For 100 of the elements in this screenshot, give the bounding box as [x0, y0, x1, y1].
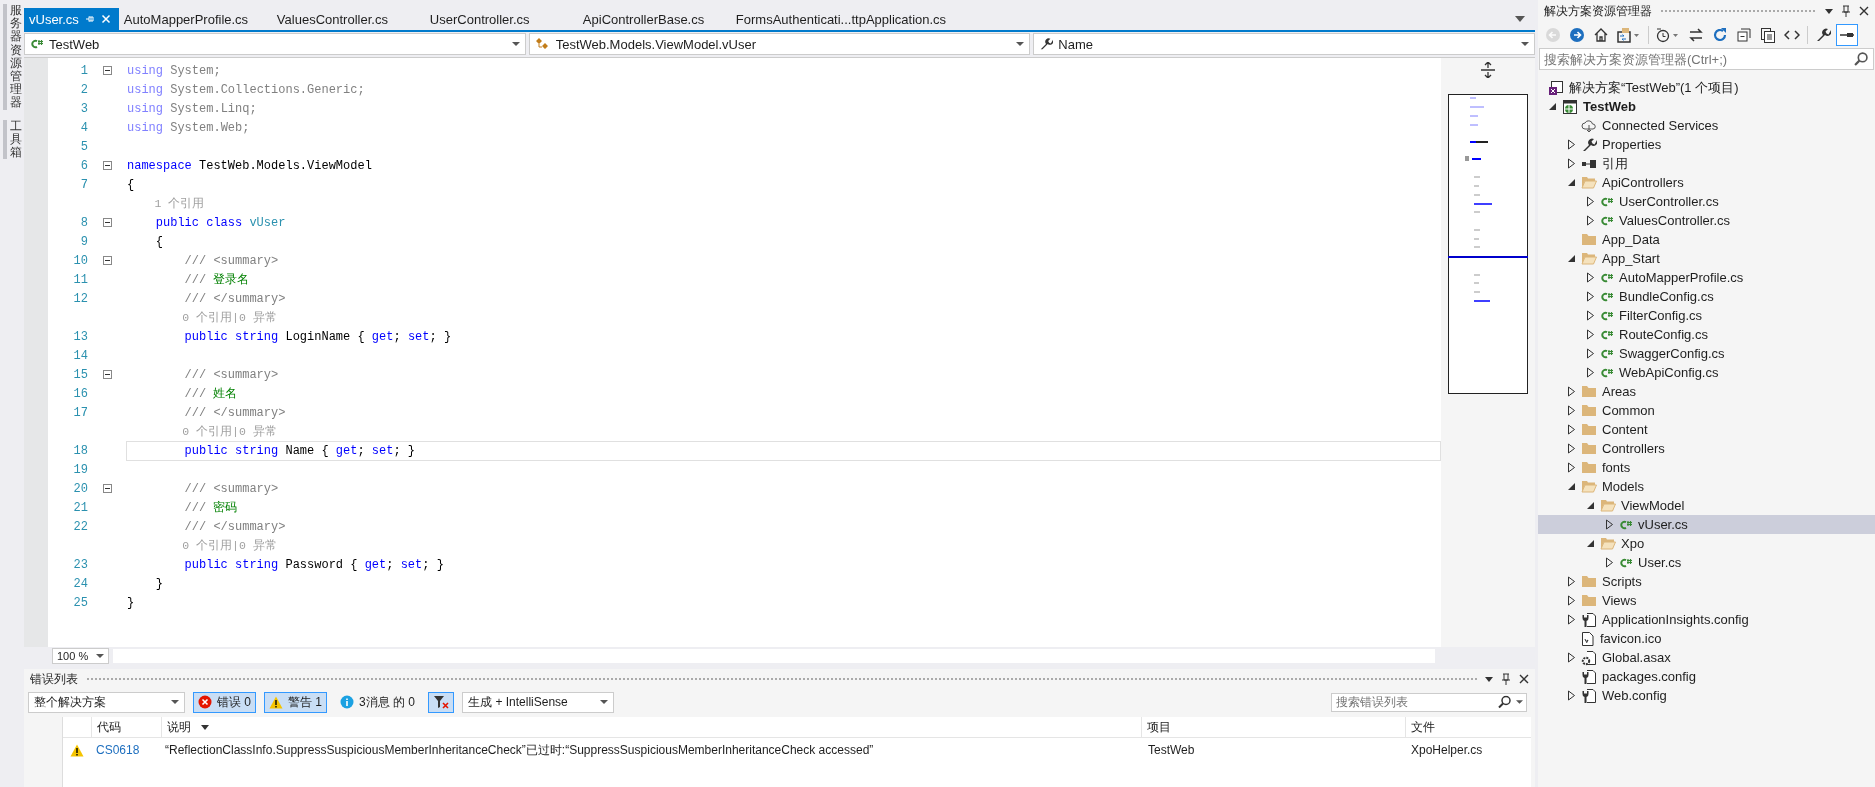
collapsed-arrow-icon[interactable]: [1567, 652, 1576, 663]
column-header[interactable]: 项目: [1141, 717, 1405, 737]
tree-item[interactable]: Global.asax: [1538, 648, 1875, 667]
tree-item[interactable]: vUser.cs: [1538, 515, 1875, 534]
collapsed-arrow-icon[interactable]: [1567, 443, 1576, 454]
tree-item[interactable]: BundleConfig.cs: [1538, 287, 1875, 306]
member-dropdown[interactable]: Name: [1033, 33, 1535, 55]
tree-item[interactable]: SwaggerConfig.cs: [1538, 344, 1875, 363]
document-tab[interactable]: ValuesController.cs: [271, 8, 425, 30]
tree-item[interactable]: ApiControllers: [1538, 173, 1875, 192]
dropdown-arrow-icon[interactable]: [1521, 42, 1529, 46]
tree-item[interactable]: Properties: [1538, 135, 1875, 154]
collapsed-arrow-icon[interactable]: [1605, 519, 1614, 530]
collapse-icon[interactable]: [102, 218, 112, 227]
dropdown-arrow-icon[interactable]: [171, 700, 179, 704]
tree-item[interactable]: Controllers: [1538, 439, 1875, 458]
collapsed-arrow-icon[interactable]: [1586, 291, 1595, 302]
collapsed-arrow-icon[interactable]: [1567, 158, 1576, 169]
expanded-arrow-icon[interactable]: [1586, 539, 1595, 548]
dropdown-arrow-icon[interactable]: [511, 42, 520, 46]
expanded-arrow-icon[interactable]: [1586, 501, 1595, 510]
collapsed-arrow-icon[interactable]: [1586, 348, 1595, 359]
tree-item[interactable]: Web.config: [1538, 686, 1875, 705]
dropdown-arrow-icon[interactable]: [1825, 8, 1833, 14]
collapsed-arrow-icon[interactable]: [1567, 139, 1576, 150]
document-tab[interactable]: AutoMapperProfile.cs: [118, 8, 272, 30]
split-icon[interactable]: [1481, 62, 1495, 78]
tree-item[interactable]: RouteConfig.cs: [1538, 325, 1875, 344]
tree-item[interactable]: Common: [1538, 401, 1875, 420]
search-icon[interactable]: [1854, 52, 1868, 66]
error-code-link[interactable]: CS0618: [96, 743, 140, 757]
collapsed-arrow-icon[interactable]: [1567, 595, 1576, 606]
collapse-icon[interactable]: [102, 256, 112, 265]
pin-icon[interactable]: [1841, 5, 1851, 17]
dropdown-arrow-icon[interactable]: [600, 700, 609, 704]
collapse-icon[interactable]: [102, 370, 112, 379]
filter-button[interactable]: [428, 691, 455, 713]
filter-toggle[interactable]: 3消息 的 0: [335, 691, 421, 713]
search-field[interactable]: 搜索解决方案资源管理器(Ctrl+;): [1539, 48, 1874, 70]
tree-item[interactable]: WebApiConfig.cs: [1538, 363, 1875, 382]
collapsed-arrow-icon[interactable]: [1586, 272, 1595, 283]
pin-icon[interactable]: [1501, 673, 1511, 685]
expanded-arrow-icon[interactable]: [1567, 178, 1576, 187]
project-dropdown[interactable]: TestWeb: [24, 33, 526, 55]
column-header[interactable]: 说明: [161, 717, 1141, 737]
tree-item[interactable]: User.cs: [1538, 553, 1875, 572]
tree-item[interactable]: fonts: [1538, 458, 1875, 477]
collapsed-arrow-icon[interactable]: [1567, 576, 1576, 587]
column-header[interactable]: 文件: [1405, 717, 1531, 737]
dropdown-arrow-icon[interactable]: [1516, 700, 1523, 704]
document-tab[interactable]: ApiControllerBase.cs: [577, 8, 731, 30]
collapsed-arrow-icon[interactable]: [1567, 424, 1576, 435]
tree-item[interactable]: ApplicationInsights.config: [1538, 610, 1875, 629]
tree-item[interactable]: FilterConfig.cs: [1538, 306, 1875, 325]
dropdown-arrow-icon[interactable]: [1515, 16, 1525, 22]
minimap-drawing[interactable]: [1448, 94, 1528, 394]
filter-toggle[interactable]: 错误 0: [193, 691, 256, 713]
column-header[interactable]: 代码: [91, 717, 161, 737]
collapsed-arrow-icon[interactable]: [1605, 557, 1614, 568]
toolbar-button[interactable]: [1836, 24, 1858, 46]
collapsed-arrow-icon[interactable]: [1586, 329, 1595, 340]
tree-item[interactable]: TestWeb: [1538, 97, 1875, 116]
expanded-arrow-icon[interactable]: [1567, 482, 1576, 491]
expanded-arrow-icon[interactable]: [1567, 254, 1576, 263]
collapse-icon[interactable]: [102, 161, 112, 170]
search-field[interactable]: 搜索错误列表: [1331, 692, 1527, 712]
filter-toggle[interactable]: 警告 1: [264, 691, 328, 713]
collapsed-arrow-icon[interactable]: [1567, 690, 1576, 701]
source-dropdown[interactable]: 生成 + IntelliSense: [462, 691, 615, 713]
tree-item[interactable]: Areas: [1538, 382, 1875, 401]
tree-item[interactable]: ValuesController.cs: [1538, 211, 1875, 230]
collapsed-arrow-icon[interactable]: [1567, 386, 1576, 397]
collapse-icon[interactable]: [102, 484, 112, 493]
search-icon[interactable]: [1498, 695, 1511, 709]
tree-item[interactable]: Content: [1538, 420, 1875, 439]
zoom-dropdown[interactable]: 100 %: [52, 648, 110, 664]
tree-item[interactable]: AutoMapperProfile.cs: [1538, 268, 1875, 287]
dropdown-arrow-icon[interactable]: [1016, 42, 1025, 46]
tree-item[interactable]: ViewModel: [1538, 496, 1875, 515]
tree-item[interactable]: Xpo: [1538, 534, 1875, 553]
scope-dropdown[interactable]: 整个解决方案: [28, 691, 185, 713]
tree-item[interactable]: App_Data: [1538, 230, 1875, 249]
close-icon[interactable]: [1519, 674, 1529, 684]
tree-item[interactable]: Views: [1538, 591, 1875, 610]
close-icon[interactable]: [1859, 6, 1869, 16]
dropdown-arrow-icon[interactable]: [96, 654, 105, 658]
tree-item[interactable]: Scripts: [1538, 572, 1875, 591]
expanded-arrow-icon[interactable]: [1548, 102, 1557, 111]
tree-item[interactable]: Connected Services: [1538, 116, 1875, 135]
document-tab[interactable]: FormsAuthenticati...ttpApplication.cs: [730, 8, 955, 30]
tree-item[interactable]: Models: [1538, 477, 1875, 496]
collapse-icon[interactable]: [102, 66, 112, 75]
collapsed-arrow-icon[interactable]: [1586, 215, 1595, 226]
tree-item[interactable]: favicon.ico: [1538, 629, 1875, 648]
tree-item[interactable]: UserController.cs: [1538, 192, 1875, 211]
collapsed-arrow-icon[interactable]: [1586, 367, 1595, 378]
document-tab[interactable]: UserController.cs: [424, 8, 578, 30]
type-dropdown[interactable]: TestWeb.Models.ViewModel.vUser: [528, 33, 1031, 55]
collapsed-arrow-icon[interactable]: [1586, 196, 1595, 207]
collapsed-arrow-icon[interactable]: [1567, 614, 1576, 625]
